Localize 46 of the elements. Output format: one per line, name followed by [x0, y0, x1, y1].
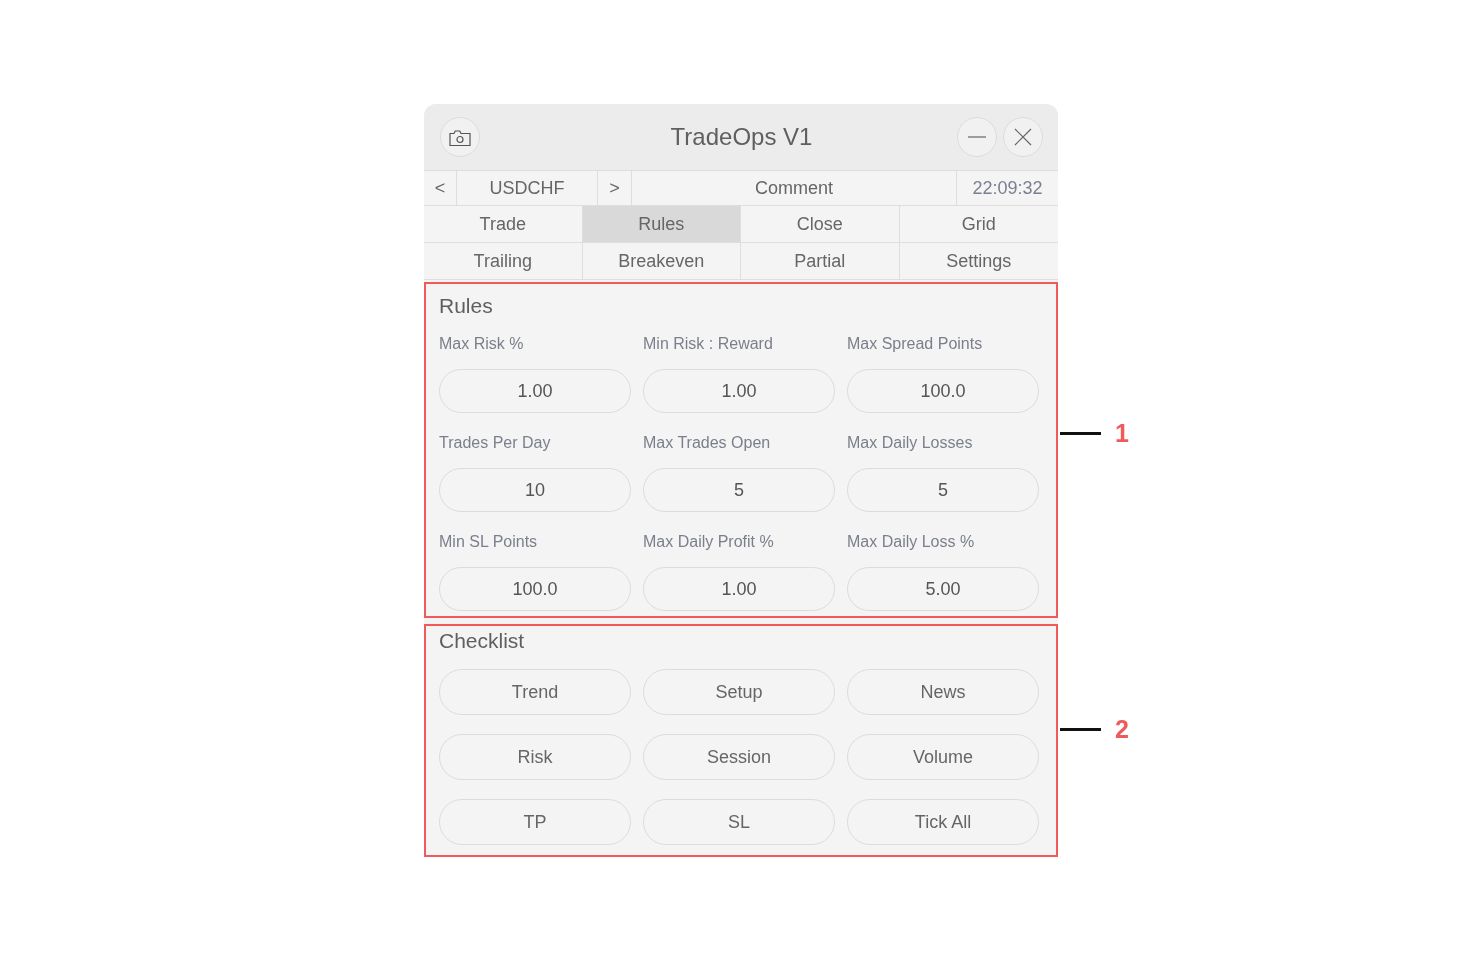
- tab[interactable]: Breakeven: [582, 243, 741, 280]
- field-label: Trades Per Day: [439, 433, 552, 453]
- input-field[interactable]: 1.00: [439, 369, 631, 413]
- field-label: Max Daily Loss %: [847, 532, 976, 552]
- checklist-button[interactable]: SL: [643, 799, 835, 845]
- minimize-button[interactable]: [957, 117, 997, 157]
- checklist-button[interactable]: News: [847, 669, 1039, 715]
- field-label: Min Risk : Reward: [643, 334, 774, 354]
- callout-number: 2: [1115, 714, 1129, 745]
- input-field[interactable]: 1.00: [643, 567, 835, 611]
- tab[interactable]: Trade: [424, 206, 583, 243]
- checklist-button[interactable]: Session: [643, 734, 835, 780]
- input-field[interactable]: 5: [643, 468, 835, 512]
- input-field[interactable]: 100.0: [439, 567, 631, 611]
- input-field[interactable]: 5: [847, 468, 1039, 512]
- tab[interactable]: Rules: [582, 206, 741, 243]
- field-label: Max Trades Open: [643, 433, 772, 453]
- callout-line: [1060, 431, 1101, 435]
- input-field[interactable]: 5.00: [847, 567, 1039, 611]
- camera-icon: [449, 128, 471, 146]
- input-field[interactable]: 10: [439, 468, 631, 512]
- callout-number: 1: [1115, 418, 1129, 449]
- section-title: Rules: [439, 294, 494, 318]
- checklist-button[interactable]: TP: [439, 799, 631, 845]
- checklist-button[interactable]: Tick All: [847, 799, 1039, 845]
- field-label: Max Risk %: [439, 334, 525, 354]
- close-button[interactable]: [1003, 117, 1043, 157]
- callout-line: [1060, 727, 1101, 731]
- checklist-button[interactable]: Setup: [643, 669, 835, 715]
- input-field[interactable]: 100.0: [847, 369, 1039, 413]
- tab[interactable]: Trailing: [424, 243, 583, 280]
- field-label: Min SL Points: [439, 532, 539, 552]
- field-label: Max Spread Points: [847, 334, 984, 354]
- close-icon: [1014, 128, 1032, 146]
- input-field[interactable]: 1.00: [643, 369, 835, 413]
- checklist-button[interactable]: Risk: [439, 734, 631, 780]
- section-title: Checklist: [439, 629, 526, 653]
- field-label: Max Daily Profit %: [643, 532, 775, 552]
- camera-button[interactable]: [440, 117, 480, 157]
- field-label: Max Daily Losses: [847, 433, 974, 453]
- checklist-button[interactable]: Volume: [847, 734, 1039, 780]
- tab[interactable]: Close: [741, 206, 900, 243]
- checklist-button[interactable]: Trend: [439, 669, 631, 715]
- window-title: TradeOps V1: [670, 123, 813, 151]
- minimize-icon: [968, 136, 986, 138]
- tab[interactable]: Partial: [741, 243, 900, 280]
